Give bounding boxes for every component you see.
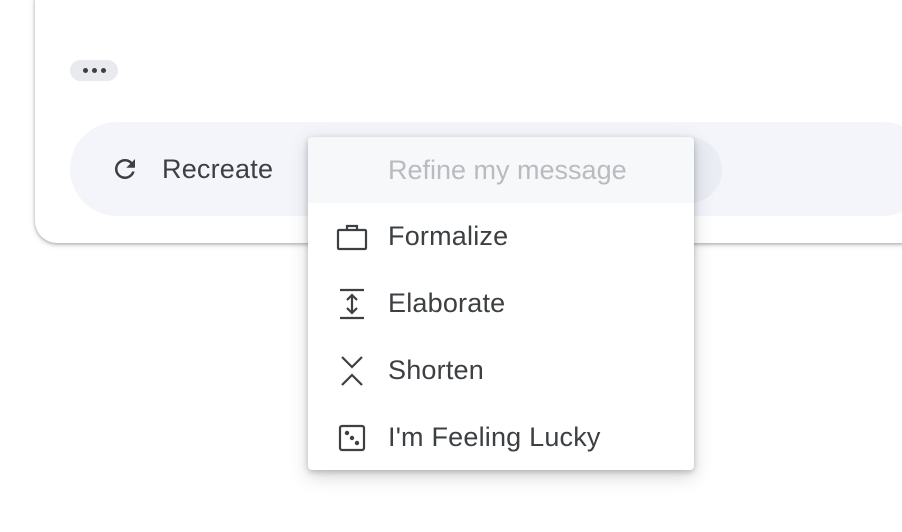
expand-vertical-icon bbox=[336, 288, 368, 320]
menu-item-label: Elaborate bbox=[388, 288, 506, 318]
recreate-label: Recreate bbox=[162, 153, 274, 184]
collapse-vertical-icon bbox=[336, 355, 368, 387]
menu-item-label: I'm Feeling Lucky bbox=[388, 422, 601, 452]
menu-item-label: Shorten bbox=[388, 355, 484, 385]
refine-menu-header: Refine my message bbox=[308, 137, 694, 203]
dice-icon bbox=[336, 422, 368, 454]
menu-item-label: Formalize bbox=[388, 221, 509, 251]
recreate-button[interactable]: Recreate bbox=[110, 146, 273, 192]
menu-item-formalize[interactable]: Formalize bbox=[308, 203, 694, 270]
more-horizontal-icon bbox=[82, 68, 88, 73]
refresh-icon bbox=[110, 154, 140, 184]
more-horizontal-icon-dot bbox=[100, 68, 106, 73]
briefcase-icon bbox=[336, 221, 368, 253]
more-horizontal-icon-dot bbox=[91, 68, 97, 73]
more-options-button[interactable] bbox=[70, 60, 118, 81]
menu-item-shorten[interactable]: Shorten bbox=[308, 337, 694, 404]
menu-item-elaborate[interactable]: Elaborate bbox=[308, 270, 694, 337]
menu-item-feeling-lucky[interactable]: I'm Feeling Lucky bbox=[308, 404, 694, 470]
refine-menu: Refine my message Formalize Elaborate Sh… bbox=[308, 137, 694, 470]
